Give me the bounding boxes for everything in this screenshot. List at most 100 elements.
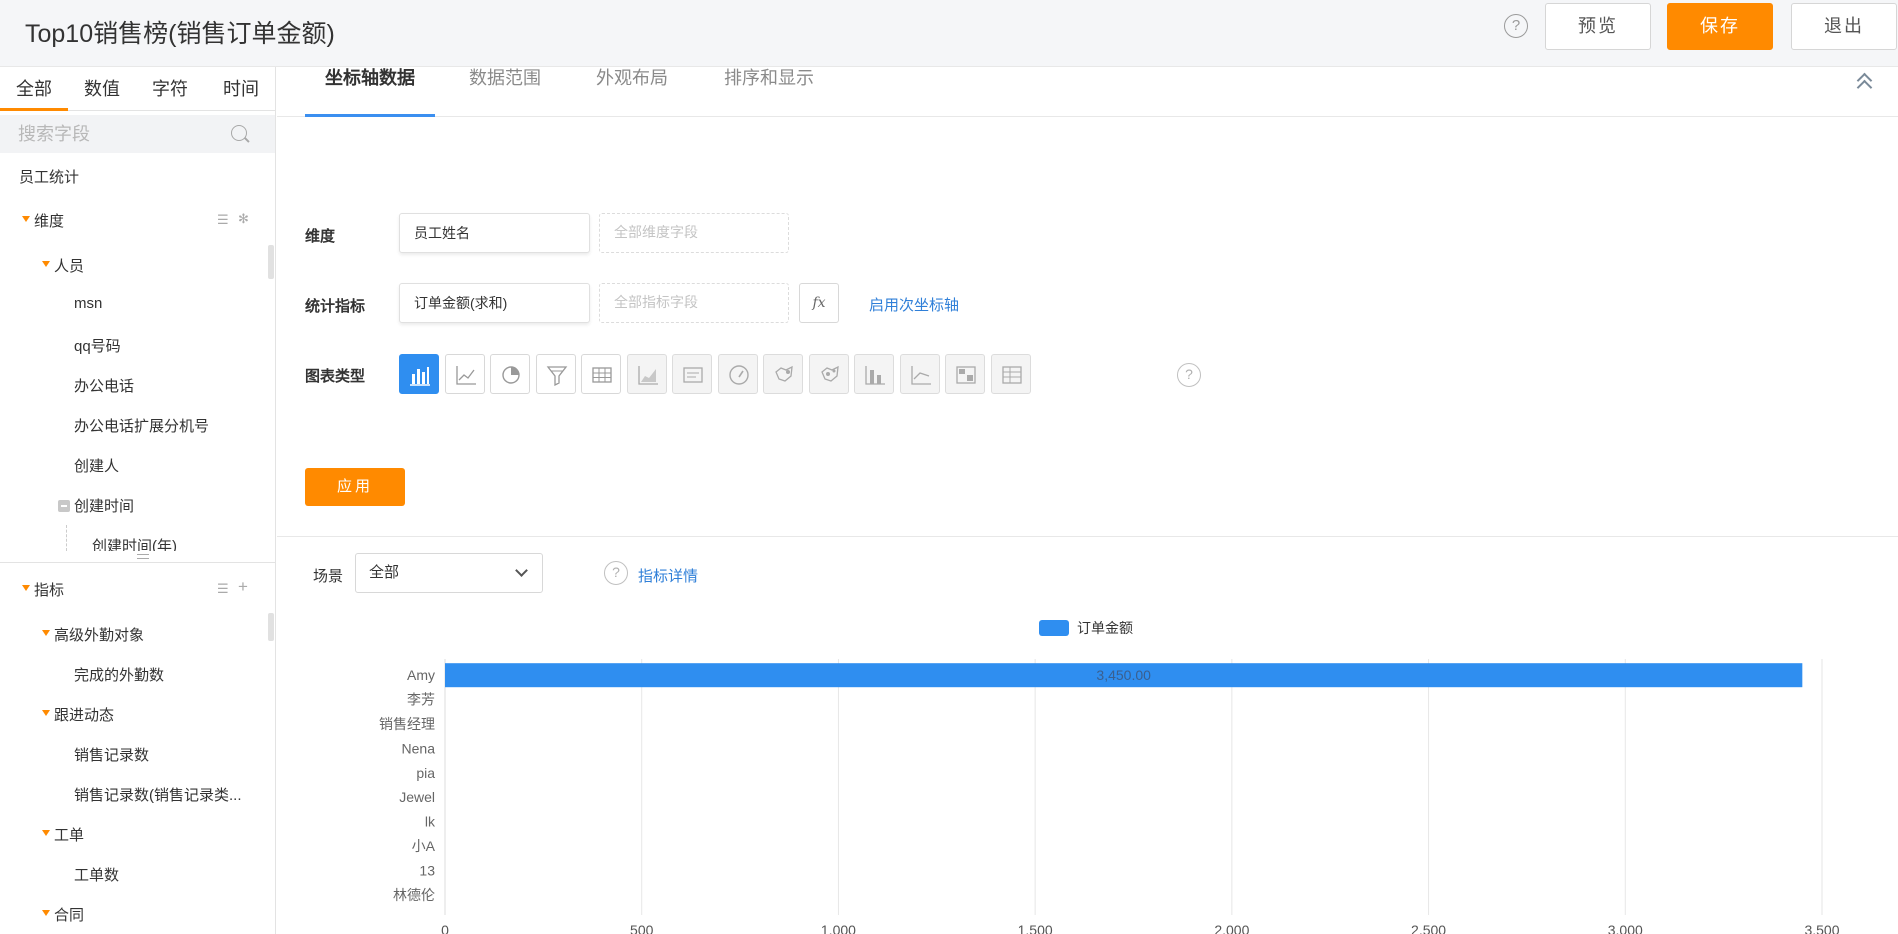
y-tick-label: Nena bbox=[402, 740, 436, 756]
x-tick-label: 1,500 bbox=[1018, 922, 1053, 934]
caret-down-icon[interactable] bbox=[22, 585, 30, 591]
chart-type-gauge-button[interactable] bbox=[717, 354, 758, 394]
chart-type-bar2-button[interactable] bbox=[854, 354, 894, 394]
metric-detail-link[interactable]: 指标详情 bbox=[638, 565, 698, 586]
field-item[interactable]: 创建时间 bbox=[74, 495, 134, 516]
exit-button[interactable]: 退出 bbox=[1791, 3, 1897, 50]
metric-tree-item[interactable]: 完成的外勤数 bbox=[74, 664, 164, 685]
caret-down-icon[interactable] bbox=[42, 830, 50, 836]
dataset-label: 员工统计 bbox=[19, 169, 80, 186]
tab-data-range[interactable]: 数据范围 bbox=[460, 67, 550, 117]
chart-gauge-icon bbox=[728, 365, 749, 385]
help-icon[interactable]: ? bbox=[1177, 363, 1201, 387]
tab-time[interactable]: 时间 bbox=[206, 67, 275, 111]
person-group[interactable]: 人员 bbox=[54, 255, 84, 276]
save-button[interactable]: 保存 bbox=[1667, 3, 1773, 50]
scrollbar-thumb[interactable] bbox=[268, 245, 274, 279]
field-item[interactable]: 办公电话 bbox=[74, 375, 134, 396]
x-tick-label: 2,500 bbox=[1411, 922, 1446, 934]
grip-icon bbox=[137, 554, 149, 559]
field-item[interactable]: 创建人 bbox=[74, 455, 119, 476]
x-tick-label: 0 bbox=[441, 922, 449, 934]
chart-area-icon bbox=[637, 366, 658, 385]
x-tick-label: 2,000 bbox=[1214, 922, 1249, 934]
tab-all[interactable]: 全部 bbox=[0, 67, 68, 111]
chart-bar-icon bbox=[410, 367, 430, 386]
collapse-up-icon[interactable] bbox=[1855, 71, 1875, 96]
gear-icon[interactable]: ✻ bbox=[238, 211, 249, 227]
collapse-icon[interactable] bbox=[58, 500, 70, 512]
scrollbar-thumb[interactable] bbox=[268, 613, 274, 641]
add-icon[interactable]: + bbox=[238, 577, 248, 597]
formula-button[interactable]: fx bbox=[799, 283, 839, 323]
sort-icon[interactable]: ☰ bbox=[217, 581, 229, 597]
tab-numeric[interactable]: 数值 bbox=[68, 67, 136, 111]
scene-value: 全部 bbox=[369, 564, 400, 581]
metric-tree-item[interactable]: 高级外勤对象 bbox=[54, 624, 144, 645]
metric-tree-item[interactable]: 工单数 bbox=[74, 864, 119, 885]
legend-label: 订单金额 bbox=[1077, 620, 1133, 636]
chart-type-table-button[interactable] bbox=[581, 354, 621, 394]
caret-down-icon[interactable] bbox=[42, 710, 50, 716]
chart-text-icon bbox=[683, 367, 703, 383]
tab-string[interactable]: 字符 bbox=[136, 67, 204, 111]
chevron-down-icon bbox=[515, 564, 528, 577]
caret-down-icon[interactable] bbox=[42, 910, 50, 916]
x-tick-label: 3,500 bbox=[1804, 922, 1839, 934]
metric-field[interactable]: 订单金额(求和) bbox=[399, 283, 590, 323]
tab-axis-data[interactable]: 坐标轴数据 bbox=[305, 67, 435, 117]
metric-tree-item[interactable]: 销售记录数 bbox=[74, 744, 149, 765]
metric-tree-item[interactable]: 销售记录数(销售记录类... bbox=[74, 784, 242, 805]
search-input[interactable] bbox=[18, 121, 218, 147]
y-tick-label: pia bbox=[416, 765, 435, 781]
chart-type-pie-button[interactable] bbox=[490, 354, 530, 394]
search-icon[interactable] bbox=[231, 125, 247, 141]
field-item[interactable]: msn bbox=[74, 295, 102, 312]
chart-type-line-button[interactable] bbox=[444, 354, 485, 394]
caret-down-icon[interactable] bbox=[22, 216, 30, 222]
scene-label: 场景 bbox=[313, 568, 344, 585]
y-tick-label: 林德伦 bbox=[393, 887, 435, 903]
dimension-drop-zone[interactable]: 全部维度字段 bbox=[599, 213, 789, 253]
chart-line2-icon bbox=[910, 366, 931, 385]
dimension-group[interactable]: 维度 bbox=[34, 210, 64, 231]
panel-splitter[interactable] bbox=[0, 551, 275, 563]
chart-type-funnel-button[interactable] bbox=[535, 354, 576, 394]
field-sidebar: 全部 数值 字符 时间 员工统计 维度 ☰ ✻ 人员 msn qq号码 办公电话… bbox=[0, 67, 276, 934]
scene-select[interactable]: 全部 bbox=[355, 553, 543, 593]
chart-bar2-icon bbox=[865, 366, 885, 385]
caret-down-icon[interactable] bbox=[42, 630, 50, 636]
chart-type-map2-button[interactable] bbox=[808, 354, 849, 394]
field-item[interactable]: 办公电话扩展分机号 bbox=[74, 415, 209, 436]
y-tick-label: 李芳 bbox=[407, 692, 435, 708]
y-tick-label: 销售经理 bbox=[379, 716, 435, 732]
preview-button[interactable]: 预览 bbox=[1545, 3, 1651, 50]
metric-tree-item[interactable]: 合同 bbox=[54, 904, 84, 925]
help-icon[interactable]: ? bbox=[604, 561, 628, 585]
apply-button[interactable]: 应用 bbox=[305, 468, 405, 506]
metric-tree-item[interactable]: 工单 bbox=[54, 824, 84, 845]
tree-guide-line bbox=[66, 525, 67, 551]
chart-type-bar-button[interactable] bbox=[399, 354, 439, 394]
chart-type-text-button[interactable] bbox=[672, 354, 712, 394]
secondary-axis-link[interactable]: 启用次坐标轴 bbox=[869, 294, 959, 315]
field-item[interactable]: qq号码 bbox=[74, 335, 121, 356]
chart-type-area-button[interactable] bbox=[626, 354, 667, 394]
tab-appearance[interactable]: 外观布局 bbox=[587, 67, 677, 117]
x-tick-label: 500 bbox=[630, 922, 654, 934]
chart-type-grid-button[interactable] bbox=[990, 354, 1031, 394]
tab-sort-display[interactable]: 排序和显示 bbox=[714, 67, 824, 117]
metric-drop-zone[interactable]: 全部指标字段 bbox=[599, 283, 789, 323]
chart-type-map-button[interactable] bbox=[763, 354, 803, 394]
dimension-field[interactable]: 员工姓名 bbox=[399, 213, 590, 253]
sort-icon[interactable]: ☰ bbox=[217, 212, 229, 228]
chart-type-line2-button[interactable] bbox=[899, 354, 940, 394]
field-item[interactable]: 创建时间(年) bbox=[92, 535, 177, 551]
help-icon[interactable]: ? bbox=[1504, 14, 1528, 38]
caret-down-icon[interactable] bbox=[42, 261, 50, 267]
metric-tree-item[interactable]: 跟进动态 bbox=[54, 704, 114, 725]
metric-group[interactable]: 指标 bbox=[34, 579, 64, 600]
section-divider bbox=[277, 536, 1898, 537]
chart-type-heat-button[interactable] bbox=[945, 354, 985, 394]
chart-grid-icon bbox=[1001, 366, 1022, 384]
